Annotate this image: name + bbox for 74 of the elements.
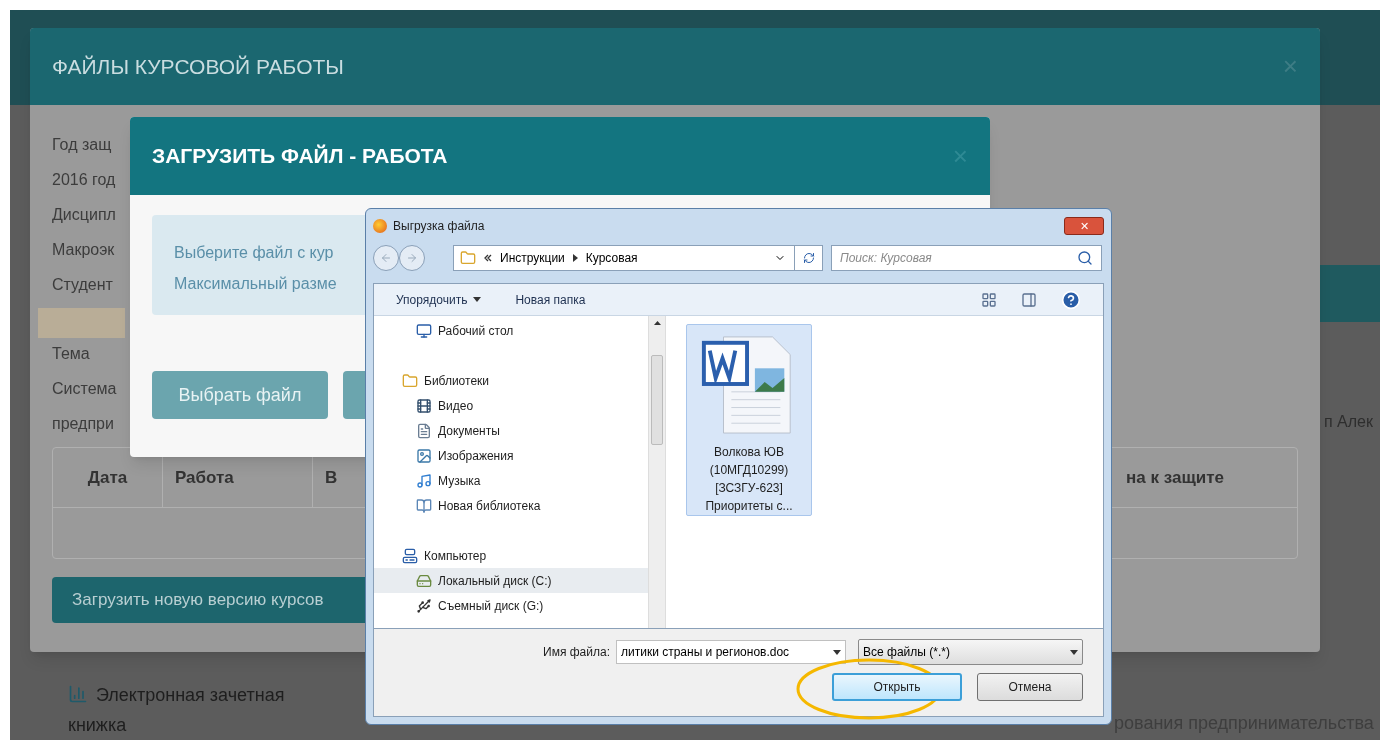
nav-item[interactable]: Рабочий стол [374, 318, 648, 343]
breadcrumb-item[interactable]: Инструкции [500, 249, 565, 267]
browser-icon [373, 219, 387, 233]
nav-item[interactable]: Компьютер [374, 543, 648, 568]
chart-icon [68, 684, 88, 704]
scroll-up-icon[interactable] [653, 321, 661, 325]
column-header: В [325, 466, 338, 489]
back-arrow-icon [380, 252, 392, 264]
caret-icon [1070, 649, 1078, 655]
column-header: Дата [87, 466, 128, 489]
help-icon[interactable] [1061, 289, 1081, 310]
search-icon [1077, 250, 1093, 266]
new-folder-button[interactable]: Новая папка [515, 290, 586, 309]
nav-item[interactable]: Библиотеки [374, 368, 648, 393]
field-text: предпри [52, 414, 115, 434]
view-icon[interactable] [981, 291, 997, 308]
back-button[interactable] [373, 245, 399, 271]
film-icon [416, 397, 432, 414]
breadcrumb-item[interactable]: Курсовая [585, 249, 766, 267]
forward-arrow-icon [406, 252, 418, 264]
filename-field[interactable]: литики страны и регионов.doc [616, 640, 846, 664]
file-name: (10МГД10299) [709, 462, 789, 479]
refresh-icon [802, 252, 815, 264]
forward-button[interactable] [399, 245, 425, 271]
library-icon [416, 497, 432, 514]
modal-title: ЗАГРУЗИТЬ ФАЙЛ - РАБОТА [152, 143, 448, 170]
close-button[interactable]: ✕ [1064, 217, 1104, 235]
music-icon [416, 472, 432, 489]
column-header: на к защите [1126, 466, 1224, 489]
caret-icon [833, 649, 841, 655]
cancel-button[interactable]: Отмена [977, 673, 1083, 701]
nav-item[interactable]: Документы [374, 418, 648, 443]
field-text: Студент [52, 275, 114, 295]
file-name: Приоритеты с... [705, 498, 793, 515]
scrollbar[interactable] [648, 316, 666, 628]
nav-item[interactable]: Новая библиотека [374, 493, 648, 518]
image-icon [416, 447, 432, 464]
nav-item[interactable]: Музыка [374, 468, 648, 493]
caret-icon [473, 297, 482, 302]
file-name: [ЗСЗГУ-623] [715, 480, 783, 497]
preview-pane-icon[interactable] [1021, 291, 1037, 308]
open-button[interactable]: Открыть [832, 673, 962, 701]
address-bar[interactable]: Инструкции Курсовая [453, 245, 823, 271]
dialog-title: Выгрузка файла [393, 218, 486, 235]
column-header: Работа [175, 466, 234, 489]
desktop-icon [416, 322, 432, 339]
nav-item[interactable]: Съемный диск (G:) [374, 593, 648, 618]
chevrons-left-icon [484, 254, 492, 262]
search-field[interactable]: Поиск: Курсовая [831, 245, 1102, 271]
field-text: Система [52, 379, 118, 399]
info-text: Максимальный разме [174, 274, 338, 294]
nav-item[interactable]: Локальный диск (C:) [374, 568, 648, 593]
field-text: Год защ [52, 135, 113, 155]
field-text: Макроэк [52, 240, 116, 260]
computer-icon [402, 547, 418, 564]
info-text: Выберите файл с кур [174, 243, 335, 263]
organize-button[interactable]: Упорядочить [396, 290, 482, 309]
field-text: Тема [52, 344, 91, 364]
folder-icon [402, 372, 418, 389]
folder-icon [460, 250, 476, 266]
drive-icon [416, 572, 432, 589]
nav-item[interactable]: Видео [374, 393, 648, 418]
separator-icon [572, 254, 578, 262]
file-item[interactable]: Волкова ЮВ (10МГД10299) [ЗСЗГУ-623] Приоритеты с... [686, 324, 812, 516]
field-text: Дисципл [52, 205, 117, 225]
scrollbar-thumb[interactable] [651, 355, 663, 445]
nav-item[interactable]: Изображения [374, 443, 648, 468]
field-text: 2016 год [52, 170, 117, 190]
document-icon [416, 422, 432, 439]
file-type-select[interactable]: Все файлы (*.*) [858, 639, 1083, 665]
modal-title: ФАЙЛЫ КУРСОВОЙ РАБОТЫ [52, 53, 344, 80]
file-name: Волкова ЮВ [714, 444, 784, 461]
filename-label: Имя файла: [543, 644, 610, 661]
drive-icon [416, 597, 432, 614]
